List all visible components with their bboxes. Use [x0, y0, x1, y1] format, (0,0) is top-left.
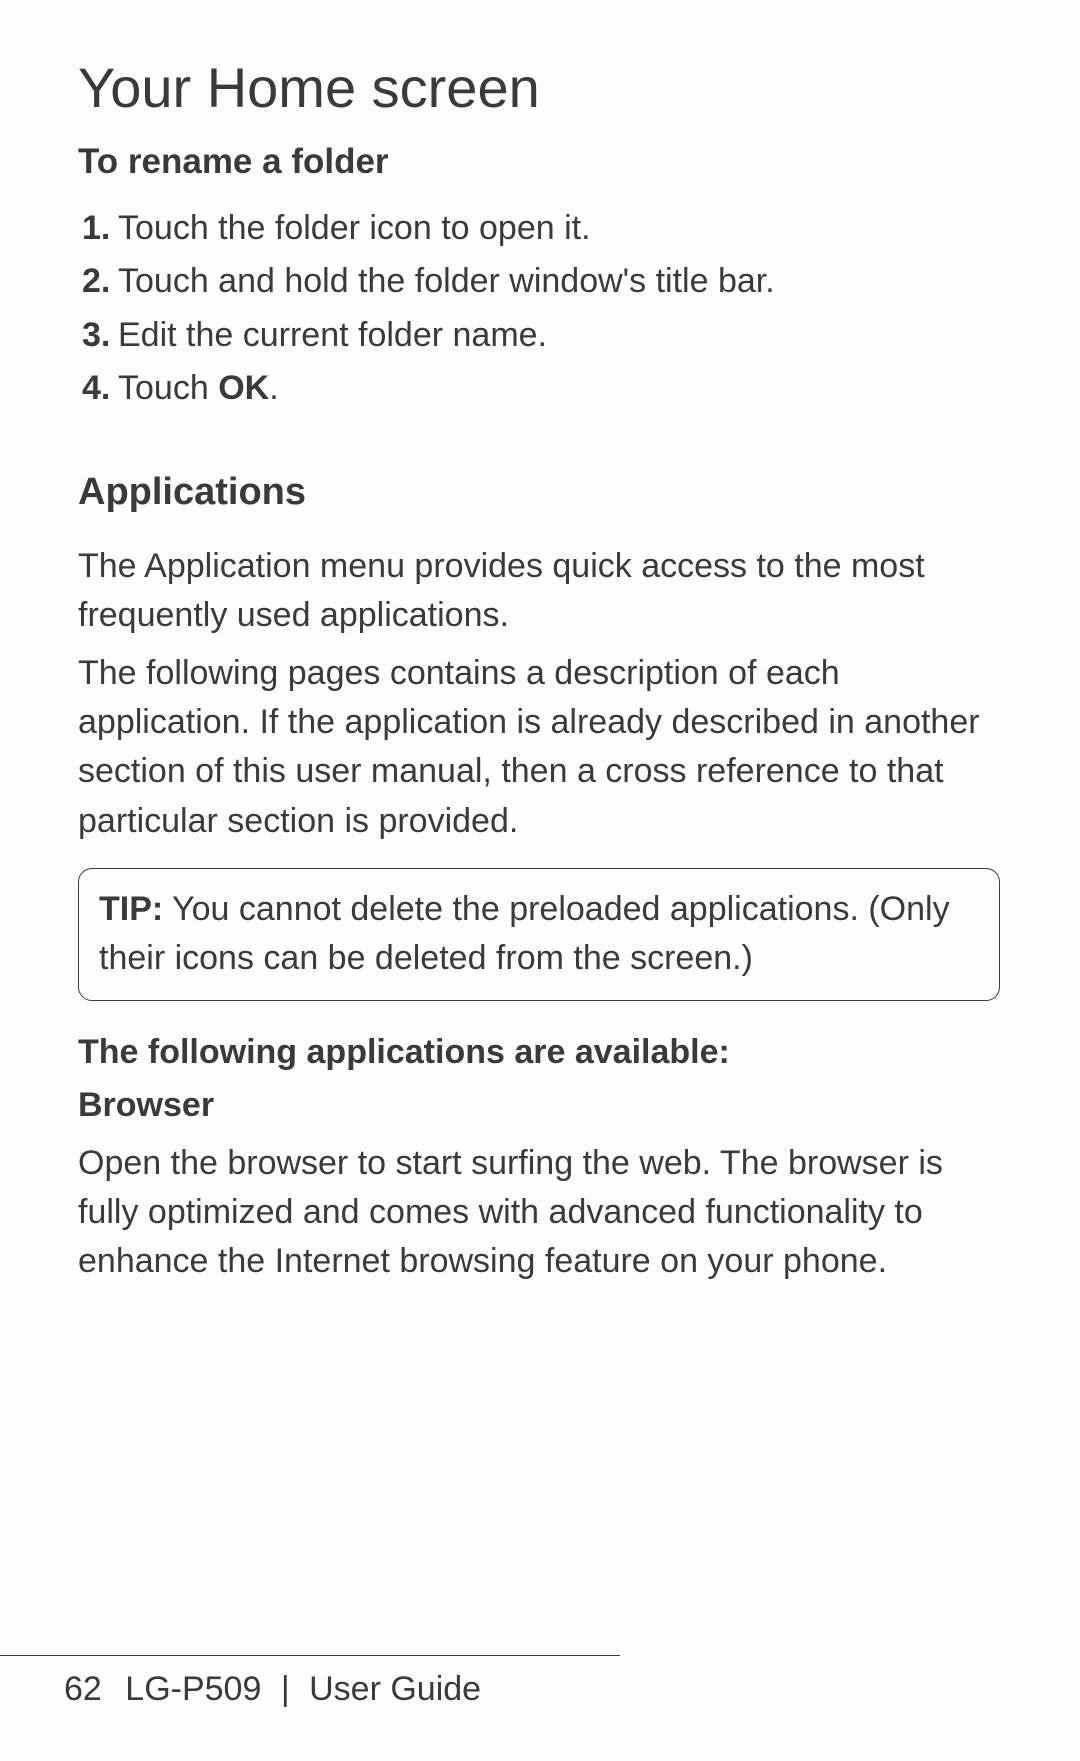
step-text: Edit the current folder name.	[118, 316, 547, 354]
step-text-after: .	[269, 369, 278, 407]
applications-intro-1: The Application menu provides quick acce…	[78, 542, 1002, 641]
page-number: 62	[64, 1670, 102, 1709]
rename-steps-list: Touch the folder icon to open it. Touch …	[78, 204, 1002, 413]
page-footer: 62 LG-P509 | User Guide	[0, 1655, 620, 1709]
footer-label: User Guide	[309, 1670, 481, 1708]
list-item: Edit the current folder name.	[82, 311, 1002, 360]
apps-available-heading: The following applications are available…	[78, 1033, 1002, 1072]
step-text: Touch and hold the folder window's title…	[118, 262, 775, 300]
app-browser-description: Open the browser to start surfing the we…	[78, 1139, 1002, 1287]
tip-text: You cannot delete the preloaded applicat…	[99, 890, 950, 977]
device-model: LG-P509	[125, 1670, 261, 1708]
applications-intro-2: The following pages contains a descripti…	[78, 649, 1002, 846]
list-item: Touch and hold the folder window's title…	[82, 257, 1002, 306]
rename-folder-heading: To rename a folder	[78, 142, 1002, 182]
footer-rule	[0, 1655, 620, 1656]
list-item: Touch OK.	[82, 364, 1002, 413]
tip-callout: TIP: You cannot delete the preloaded app…	[78, 868, 1000, 1001]
page-title: Your Home screen	[78, 55, 1002, 120]
footer-text: 62 LG-P509 | User Guide	[0, 1670, 620, 1709]
footer-separator: |	[281, 1670, 290, 1708]
document-page: Your Home screen To rename a folder Touc…	[0, 0, 1080, 1286]
app-browser-name: Browser	[78, 1086, 1002, 1125]
tip-label: TIP:	[99, 890, 163, 928]
ok-label: OK	[218, 369, 269, 407]
applications-heading: Applications	[78, 471, 1002, 514]
step-text: Touch	[118, 369, 218, 407]
step-text: Touch the folder icon to open it.	[118, 209, 591, 247]
list-item: Touch the folder icon to open it.	[82, 204, 1002, 253]
